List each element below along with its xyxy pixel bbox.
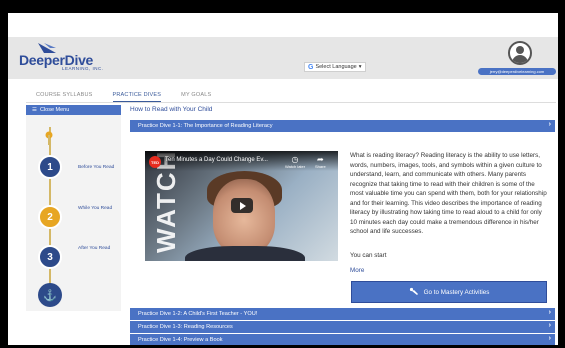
mastery-activities-label: Go to Mastery Activities bbox=[423, 288, 490, 296]
deeperdive-logo[interactable]: DeeperDive LEARNING, INC. bbox=[18, 41, 118, 73]
play-button[interactable] bbox=[231, 198, 253, 213]
practice-dive-1-1-header[interactable]: Practice Dive 1-1: The Importance of Rea… bbox=[130, 120, 555, 132]
practice-dive-1-2-header[interactable]: Practice Dive 1-2: A Child's First Teach… bbox=[130, 308, 555, 320]
chevron-right-icon: › bbox=[548, 322, 551, 329]
step-3-badge[interactable]: 3 bbox=[38, 245, 62, 269]
more-link[interactable]: More bbox=[350, 267, 364, 274]
app-frame: DeeperDive LEARNING, INC. G Select Langu… bbox=[8, 13, 558, 345]
step-3-label[interactable]: After You Read bbox=[78, 246, 110, 251]
tab-course-syllabus[interactable]: COURSE SYLLABUS bbox=[36, 92, 93, 102]
diver-icon bbox=[409, 287, 418, 295]
watch-later-label: Watch later bbox=[285, 164, 306, 169]
chevron-right-icon: › bbox=[548, 121, 551, 128]
video-player[interactable]: WATCH TED Ten Minutes a Day Could Change… bbox=[145, 151, 338, 261]
practice-dive-1-3-label: Practice Dive 1-3: Reading Resources bbox=[138, 324, 233, 330]
share-icon: ➦ bbox=[316, 155, 324, 164]
anchor-icon[interactable]: ⚓ bbox=[38, 283, 62, 307]
step-1-label[interactable]: Before You Read bbox=[78, 165, 114, 170]
chevron-down-icon: ▾ bbox=[358, 64, 362, 70]
step-2-label[interactable]: While You Read bbox=[78, 206, 112, 211]
menu-icon: ☰ bbox=[32, 107, 37, 113]
practice-dive-1-4-header[interactable]: Practice Dive 1-4: Preview a Book › bbox=[130, 334, 555, 345]
avatar-body bbox=[512, 55, 528, 63]
video-child-face bbox=[213, 179, 275, 254]
share-label: Share bbox=[315, 164, 326, 169]
avatar[interactable] bbox=[508, 41, 532, 65]
can-start-text: You can start bbox=[350, 252, 387, 259]
tabs-divider bbox=[26, 102, 556, 103]
clock-icon: ◷ bbox=[291, 155, 299, 164]
step-2-badge[interactable]: 2 bbox=[38, 205, 62, 229]
close-menu-button[interactable]: ☰ Close Menu bbox=[26, 105, 121, 115]
practice-dive-1-3-header[interactable]: Practice Dive 1-3: Reading Resources › bbox=[130, 321, 555, 333]
sidebar: 1 Before You Read 2 While You Read 3 Aft… bbox=[26, 115, 121, 311]
step-1-badge[interactable]: 1 bbox=[38, 155, 62, 179]
practice-dive-1-1-label: Practice Dive 1-1: The Importance of Rea… bbox=[138, 123, 273, 129]
avatar-head bbox=[516, 46, 524, 54]
chevron-right-icon: › bbox=[548, 309, 551, 316]
tab-practice-dives[interactable]: PRACTICE DIVES bbox=[112, 92, 162, 102]
close-menu-label: Close Menu bbox=[39, 107, 70, 113]
video-child-shirt bbox=[185, 246, 305, 261]
chevron-right-icon: › bbox=[548, 335, 551, 342]
language-select-label: Select Language bbox=[315, 64, 357, 70]
tab-my-goals[interactable]: MY GOALS bbox=[181, 92, 211, 102]
section-title: How to Read with Your Child bbox=[130, 106, 213, 113]
user-email-badge[interactable]: jerry@deeperdivelearning.com bbox=[478, 68, 556, 75]
logo-subtitle: LEARNING, INC. bbox=[62, 66, 104, 71]
ted-badge[interactable]: TED bbox=[149, 156, 161, 168]
tab-bar: COURSE SYLLABUS PRACTICE DIVES MY GOALS bbox=[36, 92, 211, 102]
share-button[interactable]: ➦ Share bbox=[315, 155, 326, 169]
google-icon: G bbox=[308, 63, 314, 71]
video-title[interactable]: Ten Minutes a Day Could Change Ev... bbox=[165, 157, 268, 163]
dive-description: What is reading literacy? Reading litera… bbox=[350, 152, 547, 235]
practice-dive-1-4-label: Practice Dive 1-4: Preview a Book bbox=[138, 337, 223, 343]
practice-dive-1-2-label: Practice Dive 1-2: A Child's First Teach… bbox=[138, 311, 258, 317]
practice-dive-1-1-panel: WATCH TED Ten Minutes a Day Could Change… bbox=[130, 145, 555, 308]
flag-icon bbox=[45, 131, 53, 145]
language-select[interactable]: G Select Language ▾ bbox=[304, 62, 366, 72]
watch-later-button[interactable]: ◷ Watch later bbox=[285, 155, 305, 169]
mastery-activities-button[interactable]: Go to Mastery Activities bbox=[351, 281, 547, 303]
